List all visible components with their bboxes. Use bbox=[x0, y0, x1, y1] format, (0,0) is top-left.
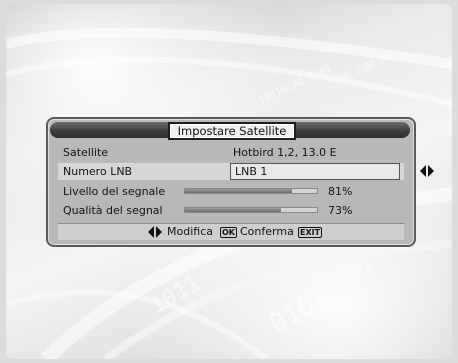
left-right-arrows-icon bbox=[148, 226, 162, 238]
lnb-number-field[interactable]: LNB 1 bbox=[230, 163, 400, 180]
signal-level-percent: 81% bbox=[328, 185, 353, 198]
signal-quality-fill bbox=[185, 208, 282, 212]
confirm-hint-label: Conferma bbox=[240, 225, 294, 238]
satellite-label: Satellite bbox=[63, 146, 109, 159]
signal-quality-percent: 73% bbox=[328, 204, 353, 217]
ok-key-icon: OK bbox=[220, 227, 237, 238]
left-right-arrows-icon[interactable] bbox=[420, 165, 434, 177]
satellite-value: Hotbird 1,2, 13.0 E bbox=[233, 146, 337, 159]
satellite-settings-dialog: Impostare Satellite Satellite Hotbird 1,… bbox=[46, 117, 434, 247]
dialog-title-box: Impostare Satellite bbox=[168, 122, 296, 140]
lnb-number-label: Numero LNB bbox=[63, 165, 133, 178]
row-satellite[interactable]: Satellite Hotbird 1,2, 13.0 E bbox=[58, 144, 404, 161]
tv-screen: 10110100 0101 0101 1100 10 1011 0101 100… bbox=[6, 4, 452, 359]
row-signal-level: Livello del segnale 81% bbox=[58, 183, 404, 200]
signal-level-label: Livello del segnale bbox=[63, 185, 166, 198]
row-lnb-number[interactable]: Numero LNB LNB 1 bbox=[58, 163, 434, 180]
row-signal-quality: Qualità del segnal 73% bbox=[58, 202, 404, 219]
dialog-title-bar: Impostare Satellite bbox=[50, 122, 410, 140]
signal-quality-bar bbox=[184, 207, 318, 213]
dialog-title: Impostare Satellite bbox=[170, 124, 294, 138]
signal-level-bar bbox=[184, 188, 318, 194]
svg-text:0101: 0101 bbox=[265, 283, 334, 340]
signal-quality-label: Qualità del segnal bbox=[63, 204, 163, 217]
exit-key-icon: EXIT bbox=[298, 227, 323, 238]
dialog-footer-hints: Modifica OK Conferma EXIT bbox=[58, 223, 404, 240]
modify-hint-label: Modifica bbox=[167, 225, 213, 238]
signal-level-fill bbox=[185, 189, 292, 193]
